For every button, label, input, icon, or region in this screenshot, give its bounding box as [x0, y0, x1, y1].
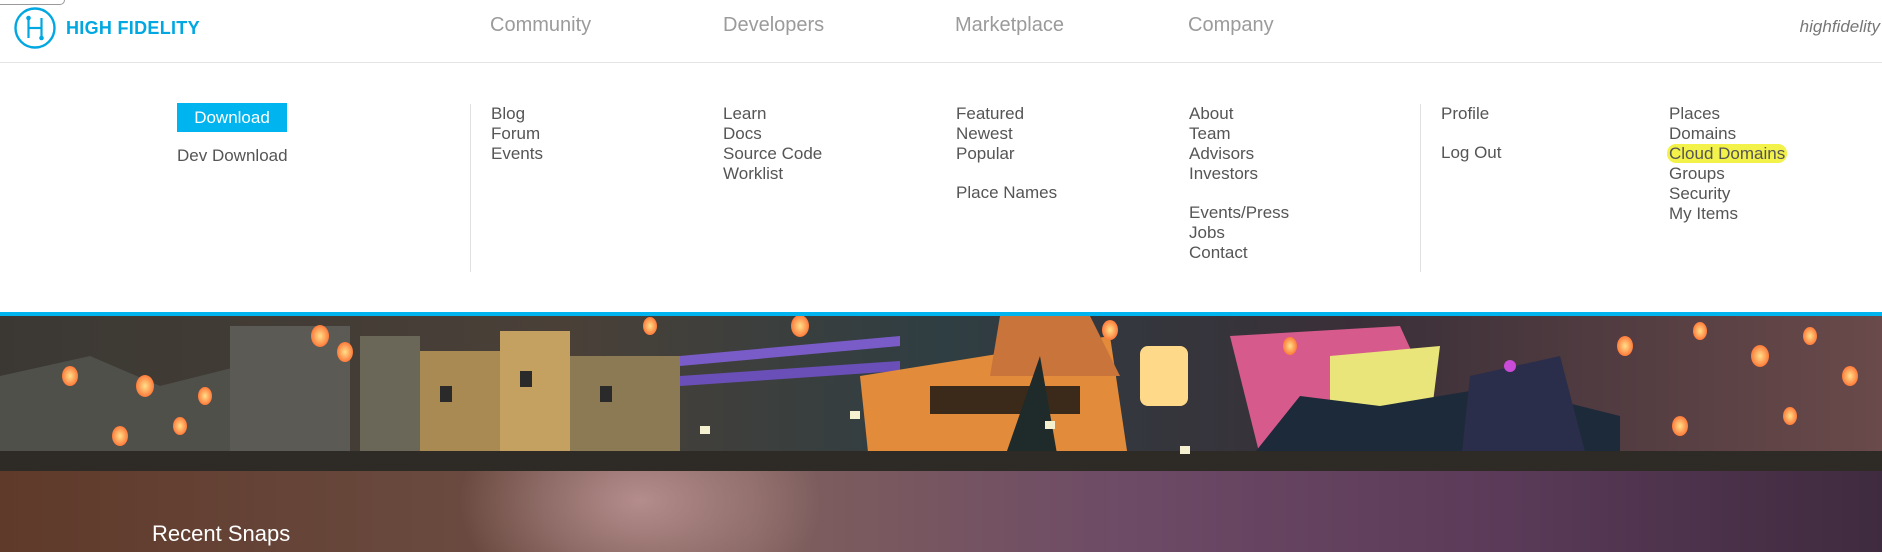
- link-security[interactable]: Security: [1669, 184, 1787, 204]
- link-featured[interactable]: Featured: [956, 104, 1057, 124]
- link-docs[interactable]: Docs: [723, 124, 822, 144]
- link-about[interactable]: About: [1189, 104, 1289, 124]
- link-events[interactable]: Events: [491, 144, 543, 164]
- places-links: Places Domains Cloud Domains Groups Secu…: [1667, 104, 1788, 224]
- window-corner-tab: [0, 0, 65, 5]
- nav-marketplace[interactable]: Marketplace: [955, 14, 1064, 37]
- hero-banner-image: [0, 316, 1882, 471]
- menu-divider-right: [1420, 104, 1421, 272]
- high-fidelity-logo-icon: [14, 7, 56, 49]
- developer-links: Learn Docs Source Code Worklist: [723, 104, 822, 184]
- link-groups[interactable]: Groups: [1669, 164, 1787, 184]
- lantern-city-illustration: [0, 316, 1882, 471]
- link-newest[interactable]: Newest: [956, 124, 1057, 144]
- link-learn[interactable]: Learn: [723, 104, 822, 124]
- company-links: About Team Advisors Investors Events/Pre…: [1189, 104, 1289, 263]
- link-worklist[interactable]: Worklist: [723, 164, 822, 184]
- user-menu[interactable]: highfidelity: [1800, 17, 1880, 37]
- link-jobs[interactable]: Jobs: [1189, 223, 1289, 243]
- nav-company[interactable]: Company: [1188, 14, 1274, 37]
- account-links: Profile Log Out: [1441, 104, 1502, 163]
- link-investors[interactable]: Investors: [1189, 164, 1289, 184]
- recent-snaps-section: Recent Snaps: [0, 471, 1882, 552]
- link-places[interactable]: Places: [1669, 104, 1787, 124]
- link-place-names[interactable]: Place Names: [956, 183, 1057, 203]
- link-blog[interactable]: Blog: [491, 104, 543, 124]
- link-log-out[interactable]: Log Out: [1441, 143, 1502, 163]
- download-button[interactable]: Download: [177, 103, 287, 132]
- link-my-items[interactable]: My Items: [1669, 204, 1787, 224]
- brand-name: HIGH FIDELITY: [66, 17, 200, 38]
- link-advisors[interactable]: Advisors: [1189, 144, 1289, 164]
- mega-menu-dropdown: Download Dev Download Blog Forum Events …: [0, 63, 1882, 312]
- link-popular[interactable]: Popular: [956, 144, 1057, 164]
- top-navigation-bar: HIGH FIDELITY Community Developers Marke…: [0, 0, 1882, 63]
- dev-download-link[interactable]: Dev Download: [177, 146, 288, 166]
- community-links: Blog Forum Events: [491, 104, 543, 164]
- menu-divider-left: [470, 104, 471, 272]
- marketplace-links: Featured Newest Popular Place Names: [956, 104, 1057, 203]
- link-profile[interactable]: Profile: [1441, 104, 1502, 124]
- nav-community[interactable]: Community: [490, 14, 591, 37]
- link-events-press[interactable]: Events/Press: [1189, 203, 1289, 223]
- recent-snaps-heading: Recent Snaps: [152, 521, 291, 546]
- link-forum[interactable]: Forum: [491, 124, 543, 144]
- brand-logo[interactable]: HIGH FIDELITY: [13, 6, 200, 50]
- link-domains[interactable]: Domains: [1669, 124, 1787, 144]
- nav-developers[interactable]: Developers: [723, 14, 824, 37]
- link-cloud-domains[interactable]: Cloud Domains: [1667, 144, 1788, 164]
- highlight-marker: Cloud Domains: [1667, 144, 1788, 163]
- link-team[interactable]: Team: [1189, 124, 1289, 144]
- link-source-code[interactable]: Source Code: [723, 144, 822, 164]
- link-contact[interactable]: Contact: [1189, 243, 1289, 263]
